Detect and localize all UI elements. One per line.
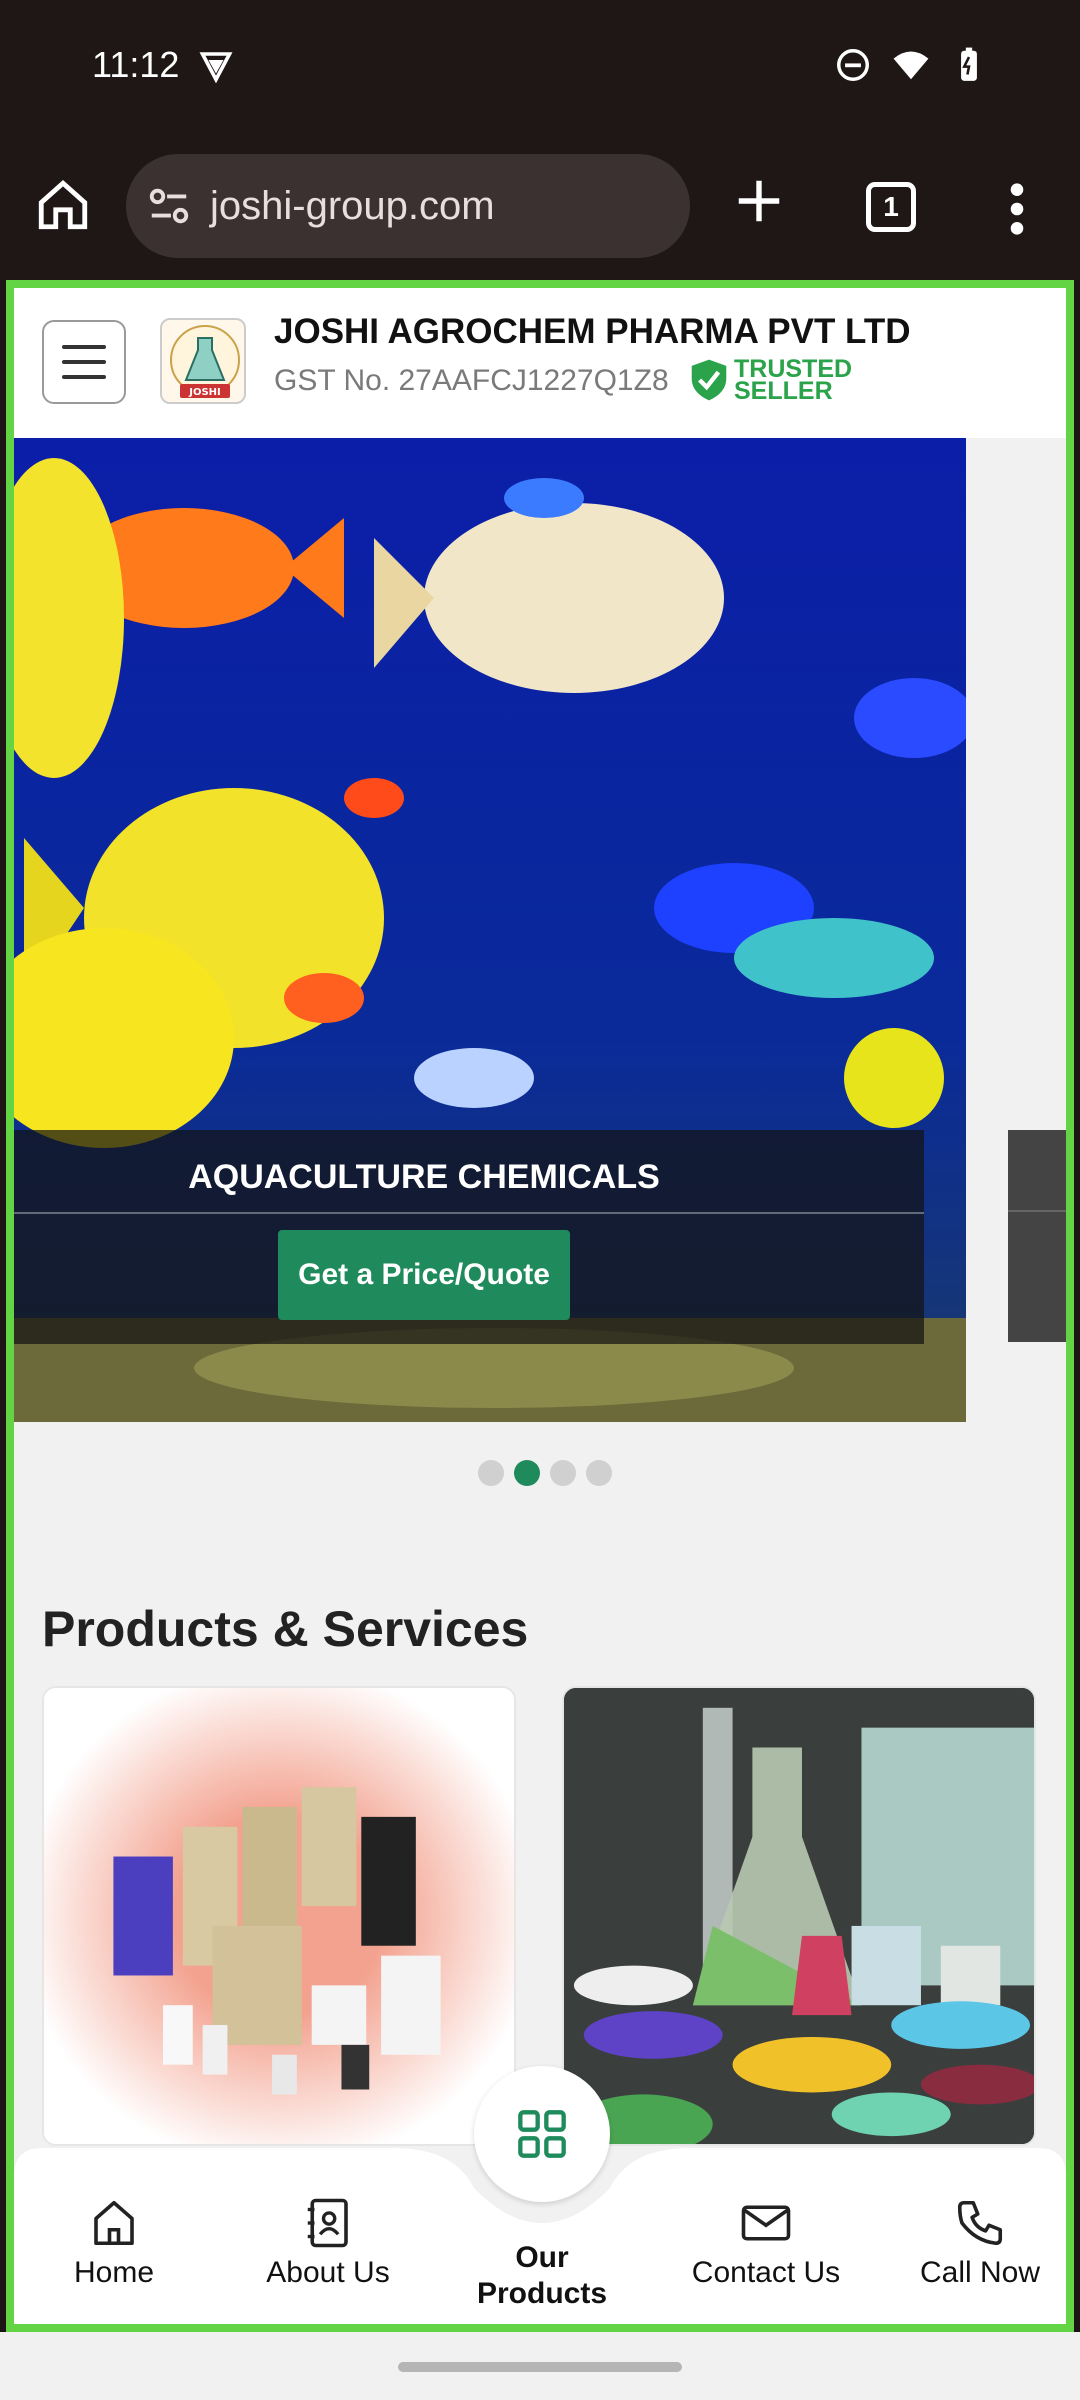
nav-products-label[interactable]: Our Products — [442, 2240, 642, 2312]
contact-book-icon — [307, 2198, 348, 2248]
gst-number: GST No. 27AAFCJ1227Q1Z8 — [274, 364, 669, 397]
product-card[interactable] — [42, 1686, 516, 2146]
shield-check-icon — [691, 359, 727, 401]
new-tab-icon[interactable] — [732, 174, 786, 228]
home-icon — [94, 2200, 134, 2246]
url-bar[interactable]: joshi-group.com — [126, 154, 690, 258]
carousel-dot-active[interactable] — [514, 1460, 540, 1486]
nav-call-now[interactable]: Call Now — [880, 2196, 1066, 2290]
get-price-quote-button[interactable]: Get a Price/Quote — [278, 1230, 570, 1320]
hero-caption-panel: AQUACULTURE CHEMICALS Get a Price/Quote — [14, 1130, 924, 1344]
status-time: 11:12 — [92, 44, 180, 85]
status-bar: 11:12 — [0, 0, 1080, 140]
our-products-button[interactable] — [474, 2066, 610, 2202]
nav-home[interactable]: Home — [14, 2196, 214, 2290]
company-name: JOSHI AGROCHEM PHARMA PVT LTD — [274, 312, 911, 351]
mail-icon — [741, 2205, 791, 2241]
products-section-title: Products & Services — [42, 1601, 529, 1657]
nav-about-us[interactable]: About Us — [228, 2196, 428, 2290]
tab-switcher-button[interactable]: 1 — [866, 182, 916, 232]
site-settings-icon[interactable] — [146, 183, 192, 229]
hamburger-menu-button[interactable] — [42, 320, 126, 404]
browser-toolbar: joshi-group.com 1 — [0, 140, 1080, 280]
lab-glassware-image — [564, 1688, 1034, 2144]
site-header: JOSHI JOSHI AGROCHEM PHARMA PVT LTD GST … — [14, 288, 1066, 438]
grid-icon — [518, 2110, 566, 2158]
logo-text: JOSHI — [188, 387, 221, 398]
web-page: JOSHI JOSHI AGROCHEM PHARMA PVT LTD GST … — [6, 280, 1074, 2332]
seller-label: SELLER — [734, 377, 833, 405]
carousel-dot[interactable] — [478, 1460, 504, 1486]
company-logo[interactable]: JOSHI — [160, 318, 246, 404]
carousel-dot[interactable] — [586, 1460, 612, 1486]
carousel-indicators — [478, 1460, 612, 1486]
wifi-icon — [893, 51, 929, 80]
nav-contact-label: Contact Us — [691, 2256, 841, 2289]
nav-call-label: Call Now — [919, 2256, 1041, 2289]
hero-title: AQUACULTURE CHEMICALS — [188, 1158, 660, 1196]
carousel-dot[interactable] — [550, 1460, 576, 1486]
bottom-navigation: Home About Us Our Products Contact Us Ca… — [14, 2066, 1066, 2324]
nav-about-label: About Us — [266, 2256, 390, 2289]
chemical-containers-image — [44, 1688, 514, 2144]
phone-icon — [957, 2200, 1003, 2246]
overflow-menu-icon[interactable] — [1004, 180, 1030, 238]
nav-products-label-line2: Products — [476, 2277, 608, 2310]
product-card[interactable] — [562, 1686, 1036, 2146]
trusted-seller-badge: TRUSTED SELLER — [690, 357, 852, 405]
home-gesture-bar[interactable] — [398, 2362, 682, 2372]
side-floating-tab[interactable] — [1008, 1130, 1066, 1342]
browser-home-icon[interactable] — [34, 176, 92, 234]
url-text: joshi-group.com — [210, 183, 495, 228]
hero-slide[interactable]: AQUACULTURE CHEMICALS Get a Price/Quote — [14, 438, 966, 1422]
dnd-icon — [837, 49, 869, 81]
nav-contact-us[interactable]: Contact Us — [666, 2196, 866, 2290]
nav-home-label: Home — [73, 2256, 155, 2289]
nav-products-label-line1: Our — [515, 2241, 569, 2274]
battery-icon — [961, 47, 977, 81]
hero-divider — [14, 1212, 924, 1214]
vpn-icon — [199, 52, 233, 84]
